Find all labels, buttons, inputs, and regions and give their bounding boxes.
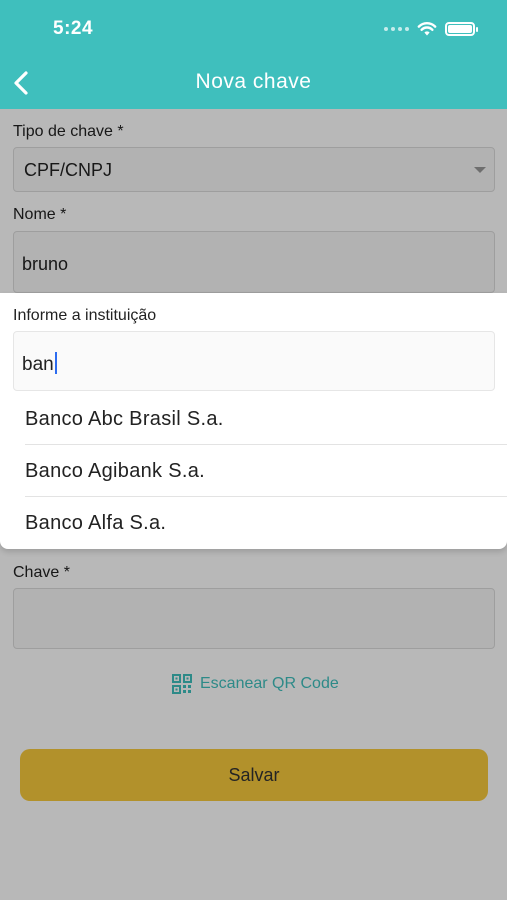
institution-label: Informe a instituição — [13, 307, 157, 324]
text-cursor — [54, 352, 57, 374]
institution-picker: Informe a instituição ban Banco Abc Bras… — [0, 293, 507, 549]
wifi-icon — [417, 22, 437, 36]
status-time: 5:24 — [53, 18, 94, 39]
nav-bar: Nova chave — [0, 58, 507, 109]
institution-search-input[interactable]: ban — [13, 331, 495, 391]
institution-option[interactable]: Banco Agibank S.a. — [25, 445, 507, 497]
institution-options: Banco Abc Brasil S.a. Banco Agibank S.a.… — [25, 393, 507, 549]
status-icons — [384, 21, 478, 37]
battery-icon — [445, 22, 478, 36]
institution-query: ban — [22, 352, 57, 376]
option-label: Banco Agibank S.a. — [25, 460, 205, 482]
institution-option[interactable]: Banco Alfa S.a. — [25, 497, 507, 549]
page-title: Nova chave — [195, 70, 312, 93]
signal-icon — [384, 27, 409, 31]
option-label: Banco Alfa S.a. — [25, 512, 167, 534]
institution-option[interactable]: Banco Abc Brasil S.a. — [25, 393, 507, 445]
status-bar: 5:24 — [0, 0, 507, 58]
option-label: Banco Abc Brasil S.a. — [25, 408, 224, 430]
